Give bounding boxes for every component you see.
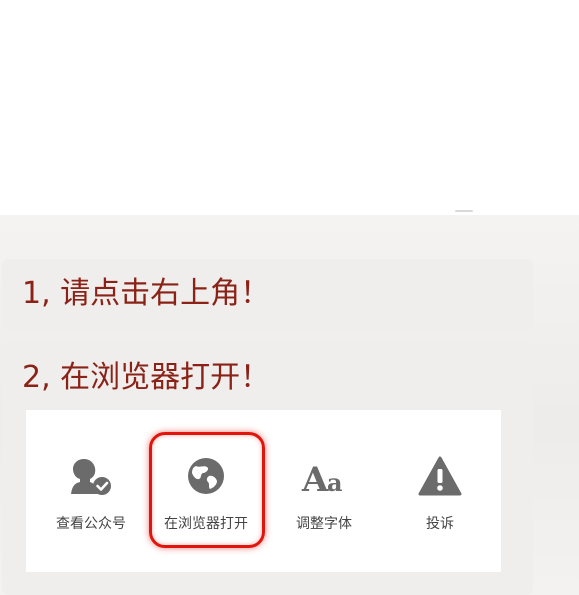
- menu-item-adjust-font[interactable]: A a 调整字体: [266, 410, 382, 572]
- user-check-icon: [67, 454, 115, 498]
- svg-text:a: a: [327, 468, 343, 497]
- step-2-instruction: 2, 在浏览器打开！: [22, 360, 271, 395]
- step-1-instruction: 1, 请点击右上角！: [22, 276, 271, 311]
- menu-item-report[interactable]: 投诉: [382, 410, 498, 572]
- font-size-icon: A a: [300, 454, 348, 500]
- menu-item-label: 调整字体: [296, 516, 352, 532]
- divider: [455, 210, 473, 212]
- warning-icon: [416, 454, 464, 498]
- svg-text:A: A: [301, 460, 329, 498]
- menu-item-view-official-account[interactable]: 查看公众号: [33, 410, 149, 572]
- menu-item-label: 投诉: [426, 516, 454, 532]
- menu-item-label: 查看公众号: [56, 516, 126, 532]
- open-in-browser-highlight: [149, 432, 265, 548]
